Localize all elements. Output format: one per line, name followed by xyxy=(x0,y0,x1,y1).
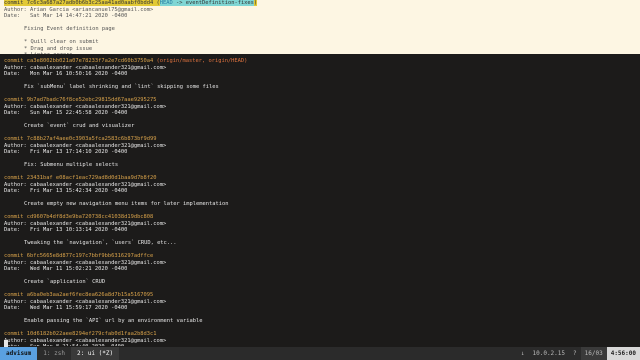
git-log-pane[interactable]: commit ca3e8002bb021a07e78233f7a2e7cd60b… xyxy=(0,54,640,346)
status-unknown: ? xyxy=(573,350,577,357)
terminal-cursor xyxy=(4,340,8,347)
clock-display: 4:56:00 xyxy=(606,347,640,360)
commit-entry: commit 6bfc5665e8d877c197c7bbf9bb6316297… xyxy=(4,253,636,292)
commit-entry: commit cd9607b4df8d3e9ba720738cc41038d19… xyxy=(4,214,636,253)
tmux-status-bar: advisum 1: zsh 2: ui (*Z) ↓ 10.0.2.15 ? … xyxy=(0,347,640,360)
commit-refs: (origin/master, origin/HEAD) xyxy=(153,58,248,64)
head-commit-hash: 7c6c3a687a27adb0b6b3c25aa41ad0aabf0bdd4 xyxy=(26,0,154,6)
commit-hash: ca3e8002bb021a07e78233f7a2e7cd60b3750a4 xyxy=(26,58,154,64)
commit-hash: 9b7ad7badc76f8ce52ebc29815dd67aae9295275 xyxy=(26,97,157,103)
commit-hash: a6ba0eb3aa2aef6fec8ea626a8d7b15a5167095 xyxy=(26,292,154,298)
commit-entry: commit ca3e8002bb021a07e78233f7a2e7cd60b… xyxy=(4,58,636,97)
window-tab-zsh[interactable]: 1: zsh xyxy=(37,347,71,360)
commit-entry: commit 10d6182b022aee8294ef279cfab0d1faa… xyxy=(4,331,636,346)
commit-entry: commit 23431baf e08acf1eac729ad8d0d1baa9… xyxy=(4,175,636,214)
commit-hash: 6bfc5665e8d877c197c7bbf9bb6316297adffce xyxy=(26,253,154,259)
ip-address: 10.0.2.15 xyxy=(532,350,566,357)
commit-entry: commit 7c88b27af4aee0c3903a5fca2583c6b87… xyxy=(4,136,636,175)
commit-date: Date: Sun Mar 8 21:54:40 2020 -0400 xyxy=(4,344,636,346)
commit-hash: 10d6182b022aee8294ef279cfab0d1faa2b8d3c1 xyxy=(26,331,157,337)
commit-entry: commit 9b7ad7badc76f8ce52ebc29815dd67aae… xyxy=(4,97,636,136)
head-ref: HEAD -> eventDefinition-fixes xyxy=(159,0,254,6)
top-pane: commit 7c6c3a687a27adb0b6b3c25aa41ad0aab… xyxy=(0,0,640,58)
commit-hash: 23431baf e08acf1eac729ad8d0d1baa9d7b8f20 xyxy=(26,175,157,181)
window-tab-ui[interactable]: 2: ui (*Z) xyxy=(70,347,120,360)
commit-hash: 7c88b27af4aee0c3903a5fca2583c6b873bf9d99 xyxy=(26,136,157,142)
date-display: 16/03 xyxy=(580,347,607,360)
branch-name: eventDefinition-fixes xyxy=(185,0,254,6)
commit-list: commit ca3e8002bb021a07e78233f7a2e7cd60b… xyxy=(4,58,636,346)
commit-entry: commit a6ba0eb3aa2aef6fec8ea626a8d7b15a5… xyxy=(4,292,636,331)
download-icon: ↓ xyxy=(520,350,525,357)
session-name: advisum xyxy=(0,347,38,360)
commit-hash: cd9607b4df8d3e9ba720738cc41038d19dbc808 xyxy=(26,214,154,220)
